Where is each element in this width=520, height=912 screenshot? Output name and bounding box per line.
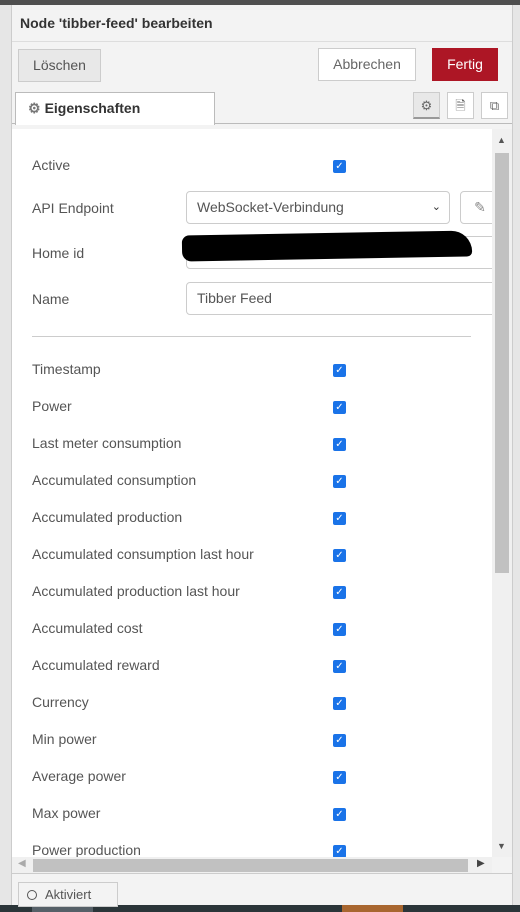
field-label: Currency bbox=[32, 694, 89, 710]
field-label: Max power bbox=[32, 805, 101, 821]
field-label: Last meter consumption bbox=[32, 435, 182, 451]
field-label: Accumulated reward bbox=[32, 657, 160, 673]
field-label: Power production bbox=[32, 842, 141, 857]
field-checkbox[interactable]: ✓ bbox=[333, 438, 346, 451]
field-checkbox[interactable]: ✓ bbox=[333, 475, 346, 488]
api-endpoint-value: WebSocket-Verbindung bbox=[197, 199, 344, 215]
edit-config-button[interactable]: ✎ bbox=[460, 191, 492, 224]
field-label: Accumulated cost bbox=[32, 620, 143, 636]
background-workspace bbox=[0, 5, 12, 905]
scroll-up-icon[interactable]: ▲ bbox=[497, 135, 506, 145]
scroll-left-icon[interactable]: ◀ bbox=[18, 858, 26, 869]
field-label: Accumulated production last hour bbox=[32, 583, 240, 599]
name-input[interactable]: Tibber Feed bbox=[186, 282, 492, 315]
properties-panel: Active ✓ API Endpoint WebSocket-Verbindu… bbox=[12, 129, 492, 857]
chevron-down-icon: ⌄ bbox=[431, 201, 441, 213]
frame-icon[interactable]: ⧉ bbox=[481, 92, 508, 119]
field-label: Accumulated consumption bbox=[32, 472, 197, 488]
active-label: Active bbox=[32, 157, 71, 173]
field-checkbox[interactable]: ✓ bbox=[333, 364, 346, 377]
field-label: Accumulated production bbox=[32, 509, 183, 525]
scroll-down-icon[interactable]: ▼ bbox=[497, 841, 506, 851]
redaction-mark bbox=[181, 230, 473, 262]
enabled-label: Aktiviert bbox=[45, 887, 92, 902]
dialog-footer: Aktiviert bbox=[12, 873, 512, 907]
field-checkbox[interactable]: ✓ bbox=[333, 586, 346, 599]
gear-icon: ⚙ bbox=[28, 100, 41, 116]
done-button[interactable]: Fertig bbox=[432, 48, 498, 81]
document-icon[interactable]: 🗎 bbox=[447, 92, 474, 119]
field-label: Average power bbox=[32, 768, 126, 784]
field-checkbox[interactable]: ✓ bbox=[333, 845, 346, 857]
dialog-toolbar: Löschen Abbrechen Fertig bbox=[12, 42, 512, 88]
horizontal-scrollbar[interactable]: ◀ ▶ bbox=[12, 857, 492, 873]
field-checkbox[interactable]: ✓ bbox=[333, 660, 346, 673]
field-label: Timestamp bbox=[32, 361, 101, 377]
field-checkbox[interactable]: ✓ bbox=[333, 771, 346, 784]
enabled-toggle[interactable]: Aktiviert bbox=[18, 882, 118, 907]
field-checkbox[interactable]: ✓ bbox=[333, 808, 346, 821]
field-checkbox[interactable]: ✓ bbox=[333, 549, 346, 562]
cancel-button[interactable]: Abbrechen bbox=[318, 48, 416, 81]
field-checkbox[interactable]: ✓ bbox=[333, 734, 346, 747]
dialog-title: Node 'tibber-feed' bearbeiten bbox=[12, 5, 512, 42]
field-label: Min power bbox=[32, 731, 97, 747]
pencil-icon: ✎ bbox=[474, 199, 486, 215]
field-checkbox[interactable]: ✓ bbox=[333, 697, 346, 710]
scroll-thumb[interactable] bbox=[33, 859, 468, 872]
field-checkbox[interactable]: ✓ bbox=[333, 401, 346, 414]
divider bbox=[32, 336, 471, 337]
home-id-label: Home id bbox=[32, 245, 85, 261]
circle-icon bbox=[27, 890, 37, 900]
tab-properties[interactable]: ⚙ Eigenschaften bbox=[15, 92, 215, 125]
active-checkbox[interactable]: ✓ bbox=[333, 160, 346, 173]
background-sidebar bbox=[512, 5, 520, 905]
tab-bar: ⚙ Eigenschaften ⚙ 🗎 ⧉ bbox=[12, 88, 512, 125]
field-label: Accumulated consumption last hour bbox=[32, 546, 254, 562]
field-checkbox[interactable]: ✓ bbox=[333, 512, 346, 525]
name-label: Name bbox=[32, 291, 70, 307]
tab-label: Eigenschaften bbox=[44, 100, 141, 116]
vertical-scrollbar[interactable]: ▲ ▼ bbox=[492, 129, 512, 857]
field-label: Power bbox=[32, 398, 72, 414]
api-endpoint-select[interactable]: WebSocket-Verbindung ⌄ bbox=[186, 191, 450, 224]
field-checkbox[interactable]: ✓ bbox=[333, 623, 346, 636]
edit-node-dialog: Node 'tibber-feed' bearbeiten Löschen Ab… bbox=[12, 5, 512, 907]
gear-icon[interactable]: ⚙ bbox=[413, 92, 440, 119]
scroll-thumb[interactable] bbox=[495, 153, 509, 573]
delete-button[interactable]: Löschen bbox=[18, 49, 101, 82]
scroll-right-icon[interactable]: ▶ bbox=[477, 858, 485, 869]
api-endpoint-label: API Endpoint bbox=[32, 200, 114, 216]
